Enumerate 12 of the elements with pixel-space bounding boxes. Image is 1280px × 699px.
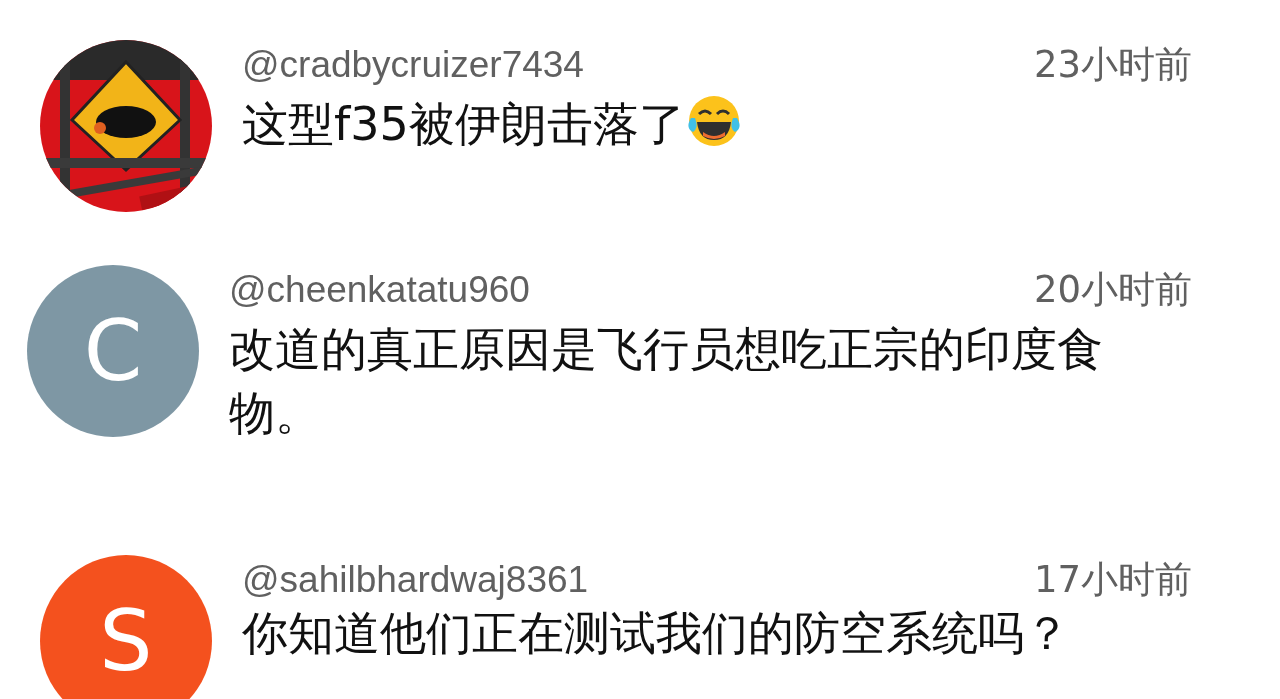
comment-text: 这型f35被伊朗击落了: [242, 97, 685, 151]
username[interactable]: @cheenkatatu960: [229, 265, 1004, 315]
comment-text: 改道的真正原因是飞行员想吃正宗的印度食物。: [229, 322, 1103, 440]
timestamp: 20小时前: [1033, 267, 1192, 313]
avatar[interactable]: S: [40, 555, 212, 699]
timestamp: 23小时前: [1033, 42, 1192, 88]
comment-text: 你知道他们正在测试我们的防空系统吗？: [242, 606, 1070, 660]
avatar-letter: C: [83, 309, 143, 393]
username[interactable]: @cradbycruizer7434: [242, 40, 1004, 90]
timestamp: 17小时前: [1033, 557, 1192, 603]
avatar-letter: S: [99, 599, 153, 683]
username[interactable]: @sahilbhardwaj8361: [242, 555, 1004, 605]
